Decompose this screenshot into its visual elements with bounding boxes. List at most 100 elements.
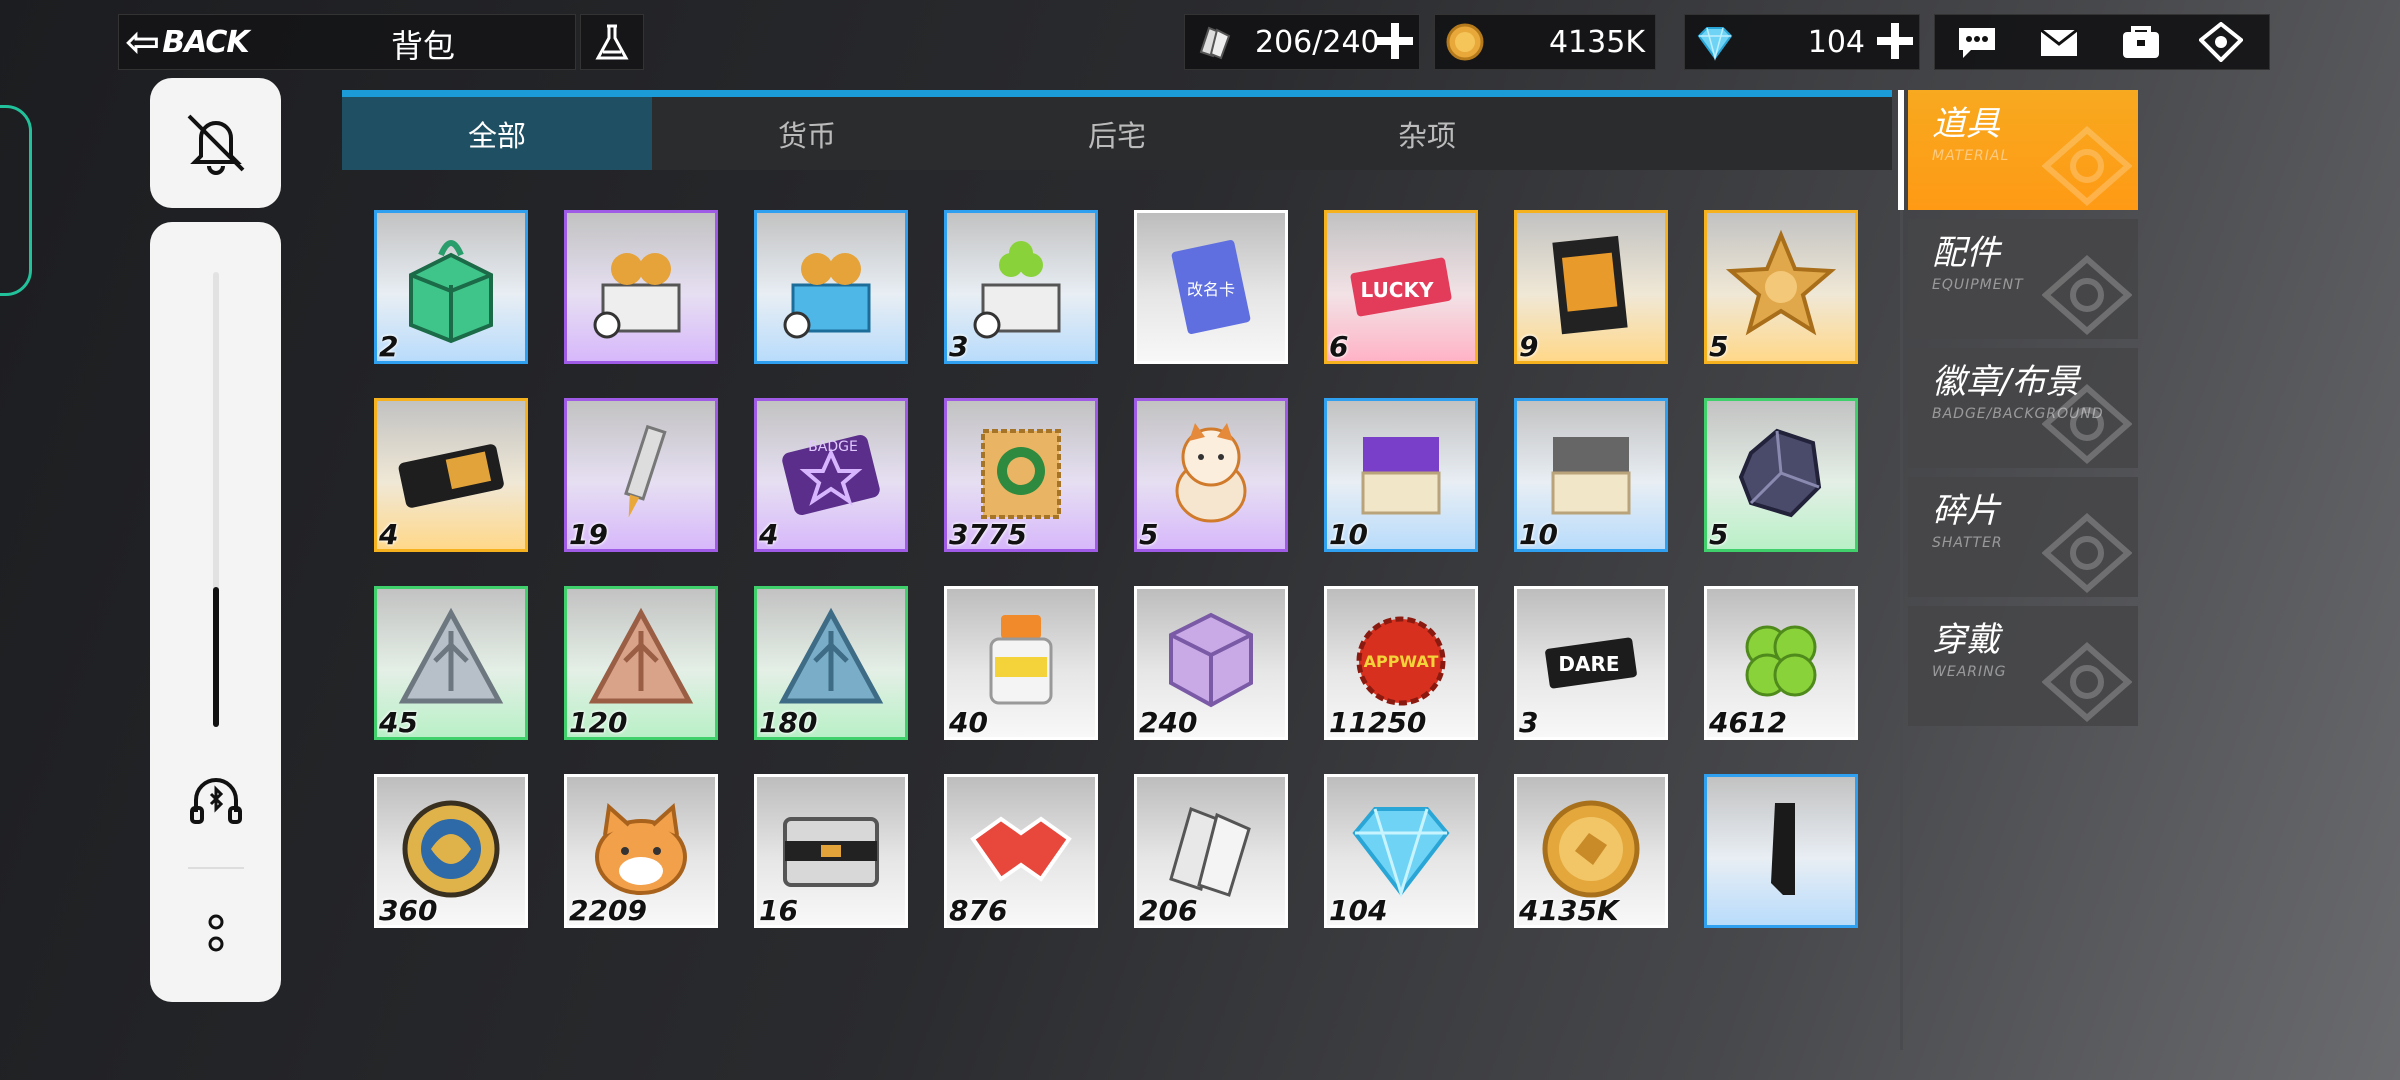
mute-button[interactable]	[150, 78, 281, 208]
item-count: 120	[569, 706, 628, 739]
tube-icon	[624, 424, 667, 518]
svg-text:DARE: DARE	[1558, 652, 1619, 676]
tab-misc[interactable]: 杂项	[1272, 97, 1582, 170]
inventory-item[interactable]: 4135K	[1514, 774, 1668, 928]
inventory-item[interactable]: 876	[944, 774, 1098, 928]
tab-dorm[interactable]: 后宅	[962, 97, 1272, 170]
inventory-item[interactable]: 16	[754, 774, 908, 928]
inventory-item[interactable]: DARE 3	[1514, 586, 1668, 740]
item-count: 16	[759, 894, 798, 927]
inventory-item[interactable]	[754, 210, 908, 364]
inventory-item[interactable]: 206	[1134, 774, 1288, 928]
svg-text:APPWAT: APPWAT	[1364, 652, 1439, 671]
item-count: 206	[1139, 894, 1198, 927]
stamina-value: 206/240	[1255, 25, 1380, 60]
inventory-item[interactable]: 4612	[1704, 586, 1858, 740]
category-wearing[interactable]: 穿戴 WEARING	[1908, 606, 2138, 726]
diamond-icon	[1697, 27, 1733, 61]
top-menu	[1934, 14, 2270, 70]
bag-icon[interactable]	[2119, 22, 2163, 62]
inventory-item[interactable]: BADGE 4	[754, 398, 908, 552]
info-button[interactable]	[580, 14, 644, 70]
item-count: 240	[1139, 706, 1198, 739]
item-count: 2	[379, 330, 399, 363]
category-material[interactable]: 道具 MATERIAL	[1908, 90, 2138, 210]
item-count: 876	[949, 894, 1008, 927]
stamina-resource: 206/240	[1184, 14, 1420, 70]
inventory-item[interactable]: 104	[1324, 774, 1478, 928]
inventory-item[interactable]: 5	[1704, 210, 1858, 364]
stamp-icon	[981, 429, 1061, 519]
tab-currency[interactable]: 货币	[652, 97, 962, 170]
inventory-item[interactable]	[1704, 774, 1858, 928]
lucky-ticket-icon: LUCKY	[1350, 257, 1452, 317]
add-gems-button[interactable]	[1875, 21, 1915, 61]
inventory-item[interactable]: 10	[1324, 398, 1478, 552]
category-subtitle: MATERIAL	[1932, 148, 2010, 164]
stamina-cards-icon	[1169, 807, 1251, 897]
inventory-item[interactable]: 10	[1514, 398, 1668, 552]
bottle-cap-icon: APPWAT	[1356, 616, 1446, 706]
blue-coin-box-timed-icon	[783, 253, 871, 339]
tab-all[interactable]: 全部	[342, 97, 652, 170]
item-count: 5	[1709, 518, 1729, 551]
inventory-item[interactable]: 180	[754, 586, 908, 740]
category-name: 道具	[1932, 104, 2000, 144]
gray-eraser-icon	[1551, 437, 1631, 515]
back-button[interactable]: ⇦ BACK	[125, 17, 295, 67]
volume-slider[interactable]	[213, 272, 219, 727]
gold-star-medal-icon	[1725, 229, 1837, 336]
inventory-item[interactable]: 2209	[564, 774, 718, 928]
item-count: 3775	[949, 518, 1027, 551]
inventory-item[interactable]: 3775	[944, 398, 1098, 552]
inventory-item[interactable]: 45	[374, 586, 528, 740]
page-title: 背包	[391, 27, 456, 65]
inventory-item[interactable]: 5	[1704, 398, 1858, 552]
inventory-item[interactable]: 9	[1514, 210, 1668, 364]
item-count: 9	[1519, 330, 1539, 363]
inventory-item[interactable]: 19	[564, 398, 718, 552]
inventory-item[interactable]: 360	[374, 774, 528, 928]
inventory-item[interactable]: 40	[944, 586, 1098, 740]
item-count: 5	[1139, 518, 1159, 551]
category-shatter[interactable]: 碎片 SHATTER	[1908, 477, 2138, 597]
inventory-item[interactable]: APPWAT 11250	[1324, 586, 1478, 740]
inventory-item[interactable]: 5	[1134, 398, 1288, 552]
back-arrow-icon: ⇦	[125, 17, 161, 66]
category-equipment[interactable]: 配件 EQUIPMENT	[1908, 219, 2138, 339]
item-count: 3	[1519, 706, 1539, 739]
panel-divider	[188, 867, 244, 869]
add-stamina-button[interactable]	[1375, 21, 1415, 61]
inventory-item[interactable]: 120	[564, 586, 718, 740]
category-subtitle: EQUIPMENT	[1932, 277, 2024, 293]
category-subtitle: SHATTER	[1932, 535, 2003, 551]
item-count: 4	[759, 518, 779, 551]
category-emblem-icon	[2042, 384, 2132, 464]
inventory-item[interactable]: 4	[374, 398, 528, 552]
green-gift-box-icon	[409, 240, 493, 344]
item-count: 6	[1329, 330, 1349, 363]
category-badge-background[interactable]: 徽章/布景 BADGE/BACKGROUND	[1908, 348, 2138, 468]
inventory-item[interactable]: LUCKY 6	[1324, 210, 1478, 364]
chat-icon[interactable]	[1955, 22, 1999, 62]
inventory-item[interactable]: 改名卡	[1134, 210, 1288, 364]
filter-tabs: 全部 货币 后宅 杂项	[342, 97, 1892, 170]
inventory-item[interactable]: 240	[1134, 586, 1288, 740]
tabs-accent-line	[342, 90, 1892, 97]
item-count: 10	[1519, 518, 1558, 551]
inventory-item[interactable]: 3	[944, 210, 1098, 364]
inventory-item[interactable]	[564, 210, 718, 364]
bell-off-icon	[187, 114, 244, 175]
coin-resource: 4135K	[1434, 14, 1656, 70]
dark-crystal-icon	[1738, 428, 1822, 518]
mail-icon[interactable]	[2037, 22, 2081, 62]
home-icon[interactable]	[2199, 22, 2243, 62]
item-count: 45	[379, 706, 418, 739]
bluetooth-headphones-icon[interactable]	[188, 772, 244, 828]
inventory-item[interactable]: 2	[374, 210, 528, 364]
dare-ticket-icon: DARE	[1545, 637, 1637, 689]
back-label: BACK	[162, 24, 249, 60]
coin-box-timed-icon	[593, 253, 681, 339]
more-options-icon[interactable]	[202, 912, 230, 956]
item-count: 4612	[1709, 706, 1787, 739]
